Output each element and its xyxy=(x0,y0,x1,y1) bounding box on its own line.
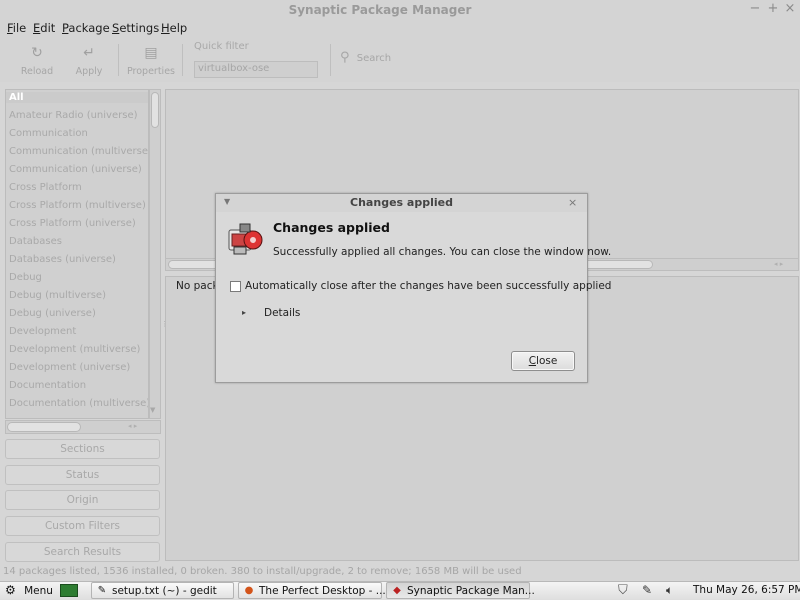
details-expander-label[interactable]: Details xyxy=(264,307,300,319)
taskbar-window-synaptic[interactable]: ◆ Synaptic Package Man... xyxy=(386,582,535,599)
auto-close-checkbox[interactable] xyxy=(230,281,241,292)
taskbar-window-gedit[interactable]: ✎ setup.txt (~) - gedit xyxy=(91,582,234,599)
category-item[interactable]: Amateur Radio (universe) xyxy=(9,110,138,121)
properties-icon: ▤ xyxy=(144,45,158,61)
category-item[interactable]: Cross Platform (multiverse) xyxy=(9,200,146,211)
category-item[interactable]: Documentation (multiverse) xyxy=(9,398,148,409)
toolbar xyxy=(0,38,800,82)
dialog-close-button[interactable]: Close xyxy=(511,351,575,371)
category-item[interactable]: Development (multiverse) xyxy=(9,344,140,355)
dialog-heading: Changes applied xyxy=(273,220,390,235)
search-button[interactable]: ⚲ Search xyxy=(340,50,391,65)
category-item[interactable]: Communication (multiverse) xyxy=(9,146,148,157)
package-install-icon xyxy=(226,220,264,256)
scroll-arrows-icon[interactable]: ◂ ▸ xyxy=(128,422,137,430)
taskbar-window-firefox[interactable]: ● The Perfect Desktop - ... xyxy=(238,582,386,599)
taskbar-clock[interactable]: Thu May 26, 6:57 PM xyxy=(693,582,800,599)
close-window-button[interactable]: × xyxy=(783,2,797,16)
show-desktop-icon[interactable] xyxy=(60,584,78,597)
menu-edit[interactable]: Edit xyxy=(33,21,55,35)
category-item[interactable]: Debug (universe) xyxy=(9,308,96,319)
category-item[interactable]: Debug (multiverse) xyxy=(9,290,106,301)
category-item[interactable]: Cross Platform xyxy=(9,182,82,193)
category-item[interactable]: Development xyxy=(9,326,76,337)
dialog-message: Successfully applied all changes. You ca… xyxy=(273,246,612,258)
scroll-arrows-icon[interactable]: ◂ ▸ xyxy=(774,260,783,268)
status-bar-text: 14 packages listed, 1536 installed, 0 br… xyxy=(3,566,522,577)
menu-package[interactable]: Package xyxy=(62,21,110,35)
expander-arrow-icon[interactable]: ▸ xyxy=(240,309,248,317)
quick-filter-label: Quick filter xyxy=(194,41,249,52)
category-item[interactable]: Documentation xyxy=(9,380,86,391)
gedit-icon: ✎ xyxy=(97,585,107,596)
properties-button[interactable]: ▤ Properties xyxy=(123,44,179,77)
minimize-button[interactable]: − xyxy=(748,2,762,16)
menu-file[interactable]: File xyxy=(7,21,26,35)
scroll-down-arrow-icon[interactable]: ▼ xyxy=(150,406,155,414)
category-item[interactable]: Communication (universe) xyxy=(9,164,142,175)
quick-filter-input[interactable]: virtualbox-ose xyxy=(194,61,318,78)
maximize-button[interactable]: + xyxy=(766,2,780,16)
dialog-close-icon[interactable]: × xyxy=(568,196,577,209)
category-list-hscroll-thumb[interactable] xyxy=(7,422,81,432)
apply-icon: ↵ xyxy=(83,45,95,61)
status-button[interactable]: Status xyxy=(5,465,160,485)
category-item[interactable]: Debug xyxy=(9,272,42,283)
category-item[interactable]: Databases (universe) xyxy=(9,254,116,265)
sections-button[interactable]: Sections xyxy=(5,439,160,459)
gear-icon: ⚙ xyxy=(5,583,16,597)
network-icon[interactable]: ✎ xyxy=(642,582,652,599)
taskbar-menu-button[interactable]: ⚙ Menu xyxy=(5,582,57,599)
menu-help[interactable]: Help xyxy=(161,21,187,35)
category-item[interactable]: All xyxy=(6,92,148,103)
shield-icon[interactable]: ⛉ xyxy=(618,582,628,599)
search-results-button[interactable]: Search Results xyxy=(5,542,160,562)
firefox-icon: ● xyxy=(244,585,254,596)
reload-icon: ↻ xyxy=(31,45,43,61)
category-list[interactable]: All Amateur Radio (universe) Communication… xyxy=(5,89,149,419)
synaptic-icon: ◆ xyxy=(393,585,401,596)
category-item[interactable]: Databases xyxy=(9,236,62,247)
auto-close-checkbox-label[interactable]: Automatically close after the changes ha… xyxy=(245,280,611,292)
package-description-text: No pack xyxy=(176,280,219,292)
search-icon: ⚲ xyxy=(340,50,350,65)
category-item[interactable]: Development (universe) xyxy=(9,362,130,373)
dialog-title: Changes applied xyxy=(350,196,453,209)
toolbar-separator xyxy=(330,44,331,76)
category-list-vscrollbar[interactable] xyxy=(149,89,161,419)
reload-button[interactable]: ↻ Reload xyxy=(9,44,65,77)
volume-icon[interactable]: 🔈︎ xyxy=(666,582,673,599)
toolbar-separator xyxy=(118,44,119,76)
window-title: Synaptic Package Manager xyxy=(288,3,472,17)
custom-filters-button[interactable]: Custom Filters xyxy=(5,516,160,536)
category-item[interactable]: Communication xyxy=(9,128,88,139)
apply-button[interactable]: ↵ Apply xyxy=(61,44,117,77)
category-item[interactable]: Cross Platform (universe) xyxy=(9,218,136,229)
category-list-vscroll-thumb[interactable] xyxy=(151,92,159,128)
origin-button[interactable]: Origin xyxy=(5,490,160,510)
menu-settings[interactable]: Settings xyxy=(112,21,159,35)
toolbar-separator xyxy=(182,44,183,76)
